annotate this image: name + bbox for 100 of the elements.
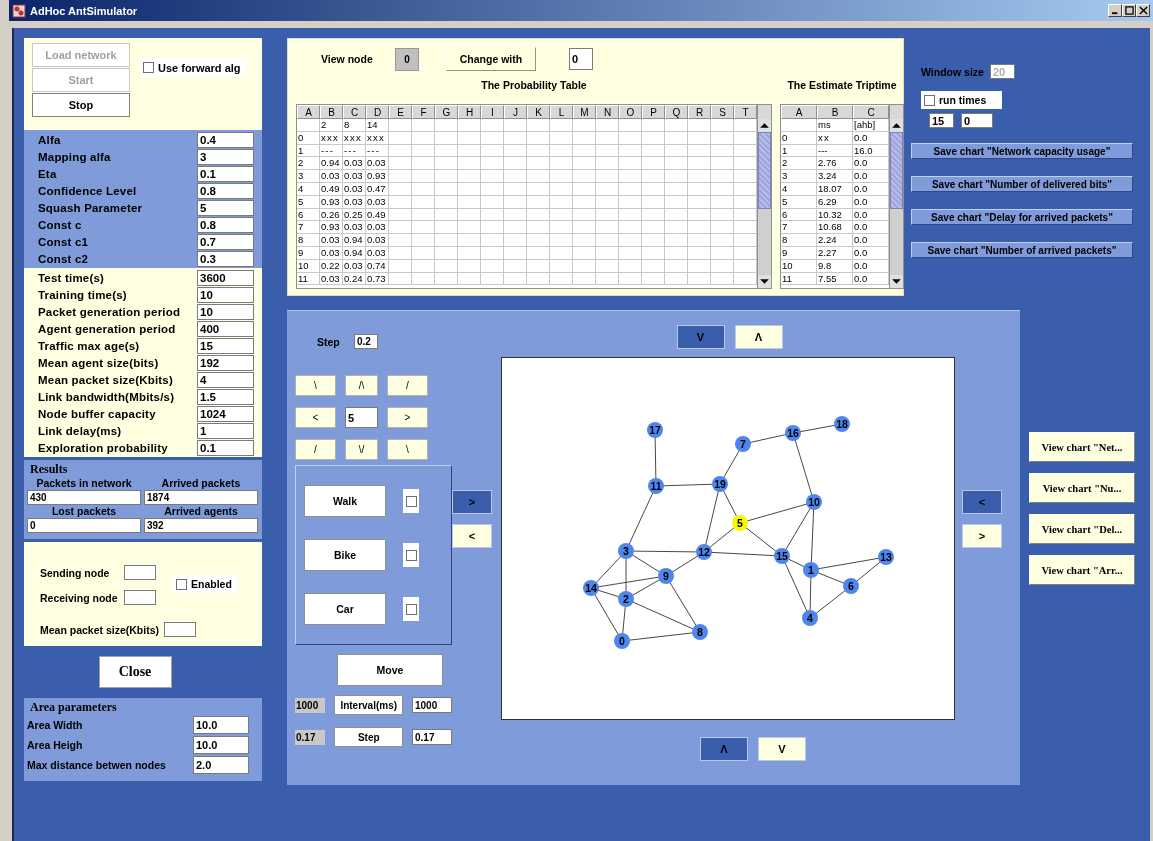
direction-button[interactable]: / [295,439,336,460]
parameter-field[interactable]: 0.8 [197,182,254,199]
input-field[interactable]: 15 [929,113,954,128]
parameter-field[interactable]: 3600 [197,269,254,286]
input-field[interactable] [164,622,196,637]
column-header[interactable]: P [642,105,665,119]
direction-button[interactable]: / [387,375,428,396]
column-header[interactable]: A [297,105,320,119]
input-field[interactable]: 0.17 [412,729,452,745]
scroll-up-icon[interactable] [758,119,771,132]
network-node[interactable]: 0 [614,633,630,649]
network-node[interactable]: 3 [618,543,634,559]
parameter-field[interactable]: 10 [197,286,254,303]
scroll-button[interactable]: V [758,737,806,761]
save-chart-button[interactable]: Save chart "Network capacity usage" [911,143,1133,159]
parameter-field[interactable]: 0.7 [197,233,254,250]
network-node[interactable]: 16 [785,425,801,441]
checkbox[interactable] [143,62,154,73]
checkbox[interactable] [405,549,417,561]
parameter-field[interactable]: 1 [197,422,254,439]
network-node[interactable]: 7 [735,436,751,452]
set-button[interactable]: Step [334,727,403,747]
minimize-button[interactable] [1108,4,1122,17]
view-chart-button[interactable]: View chart "Nu... [1029,473,1135,503]
column-header[interactable]: M [573,105,596,119]
parameter-field[interactable]: 0.4 [197,131,254,148]
input-field[interactable]: 0.2 [354,334,378,349]
view-chart-button[interactable]: View chart "Del... [1029,514,1135,544]
parameter-field[interactable]: 1.5 [197,388,254,405]
network-node[interactable]: 19 [712,476,728,492]
direction-button[interactable]: /\ [345,375,378,396]
column-header[interactable]: K [527,105,550,119]
column-header[interactable]: A [781,105,817,119]
save-chart-button[interactable]: Save chart "Delay for arrived packets" [911,209,1133,225]
parameter-field[interactable]: 0.1 [197,165,254,182]
column-header[interactable]: Q [665,105,688,119]
network-node[interactable]: 4 [802,610,818,626]
column-header[interactable]: T [734,105,757,119]
column-header[interactable]: D [366,105,389,119]
network-node[interactable]: 13 [878,549,894,565]
save-chart-button[interactable]: Save chart "Number of delivered bits" [911,176,1133,192]
set-button[interactable]: Interval(ms) [334,695,403,715]
result-field[interactable]: 392 [144,518,258,533]
input-field[interactable]: 10.0 [193,716,249,734]
parameter-field[interactable]: 4 [197,371,254,388]
move-button[interactable]: Move [337,654,443,686]
direction-button[interactable]: > [387,407,428,428]
input-field[interactable] [124,565,156,580]
parameter-field[interactable]: 0.1 [197,439,254,456]
close-button[interactable]: Close [98,656,172,688]
scroll-down-icon[interactable] [890,275,903,288]
checkbox[interactable] [924,94,935,106]
control-button[interactable]: Stop [32,93,130,117]
network-node[interactable]: 5 [732,515,748,531]
result-field[interactable]: 430 [27,490,141,505]
input-field[interactable]: 1000 [412,697,452,713]
scroll-button[interactable]: > [962,524,1002,548]
column-header[interactable]: N [596,105,619,119]
network-node[interactable]: 2 [618,591,634,607]
scroll-button[interactable]: Λ [734,325,783,349]
network-node[interactable]: 9 [658,568,674,584]
direction-button[interactable]: \ [387,439,428,460]
change-button[interactable]: Change with [446,47,536,71]
column-header[interactable]: O [619,105,642,119]
parameter-field[interactable]: 1024 [197,405,254,422]
network-node[interactable]: 18 [834,416,850,432]
network-node[interactable]: 10 [806,494,822,510]
input-field[interactable]: 2.0 [193,756,249,774]
direction-button[interactable]: < [295,407,336,428]
checkbox[interactable] [176,578,187,590]
mode-button[interactable]: Car [304,593,386,625]
scroll-up-icon[interactable] [890,119,903,132]
parameter-field[interactable]: 400 [197,320,254,337]
parameter-field[interactable]: 15 [197,337,254,354]
scroll-button[interactable]: < [452,524,492,548]
scrollbar[interactable] [757,105,771,288]
direction-button[interactable]: \ [295,375,336,396]
column-header[interactable]: I [481,105,504,119]
network-node[interactable]: 1 [803,562,819,578]
scroll-down-icon[interactable] [758,275,771,288]
network-node[interactable]: 14 [583,580,599,596]
column-header[interactable]: G [435,105,458,119]
column-header[interactable]: L [550,105,573,119]
input-field[interactable]: 0 [569,48,593,70]
maximize-button[interactable] [1122,4,1136,17]
result-field[interactable]: 1874 [144,490,258,505]
input-field[interactable]: 10.0 [193,736,249,754]
parameter-field[interactable]: 0.8 [197,216,254,233]
parameter-field[interactable]: 192 [197,354,254,371]
input-field[interactable] [124,590,156,605]
checkbox[interactable] [405,495,417,507]
result-field[interactable]: 0 [27,518,141,533]
network-node[interactable]: 17 [647,422,663,438]
save-chart-button[interactable]: Save chart "Number of arrived packets" [911,242,1133,258]
network-node[interactable]: 11 [648,478,664,494]
column-header[interactable]: F [412,105,435,119]
scroll-thumb[interactable] [758,132,771,209]
mode-button[interactable]: Walk [304,485,386,517]
direction-button[interactable]: \/ [345,439,378,460]
column-header[interactable]: C [343,105,366,119]
